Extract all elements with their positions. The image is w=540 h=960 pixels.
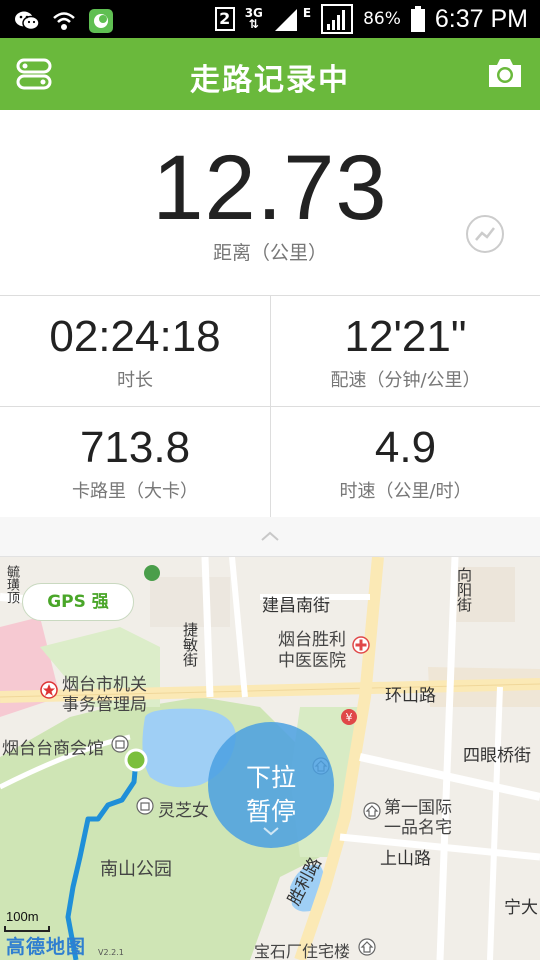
map-label: 烟台台商会馆	[2, 739, 104, 759]
network-type: 3G ⇅	[244, 6, 263, 31]
map-label: 四眼桥街	[463, 746, 531, 766]
map-label: 中医医院	[278, 651, 346, 671]
network-type-2: E	[302, 6, 312, 20]
stat-calories: 713.8 卡路里（大卡）	[0, 407, 270, 518]
government-icon	[40, 681, 58, 699]
collapse-handle[interactable]	[0, 517, 540, 557]
map-view[interactable]: GPS 强 建昌南街 烟台胜利 中医医院 捷敏街 烟台市机关 事务管理局 环山路…	[0, 557, 540, 960]
bank-icon: ¥	[341, 709, 357, 725]
clock: 6:37 PM	[434, 4, 528, 33]
camera-icon[interactable]	[486, 56, 524, 90]
status-bar: 2 3G ⇅ E 86% 6:37 PM	[0, 0, 540, 38]
map-label: 建昌南街	[262, 596, 330, 616]
map-brand-version: V2.2.1	[98, 948, 124, 957]
chevron-down-icon	[263, 827, 279, 836]
stat-speed: 4.9 时速（公里/时）	[270, 407, 540, 518]
map-label: 宁大	[504, 898, 538, 918]
stat-duration: 02:24:18 时长	[0, 296, 270, 407]
stat-pace: 12'21" 配速（分钟/公里）	[270, 296, 540, 407]
battery-percent: 86%	[363, 9, 401, 29]
stat-label: 卡路里（大卡）	[72, 481, 198, 502]
map-label: 向阳街	[455, 567, 473, 612]
gps-status-badge: GPS 强	[22, 583, 134, 621]
map-brand-logo: 高德地图	[6, 936, 87, 958]
stat-label: 时速（公里/时）	[339, 481, 472, 502]
signal-icon	[274, 9, 297, 31]
stat-label: 时长	[117, 370, 153, 391]
building-icon	[111, 735, 129, 753]
page-title: 走路记录中	[190, 63, 350, 98]
sim-badge: 2	[214, 7, 235, 31]
map-label: 一品名宅	[384, 818, 452, 838]
battery-icon	[410, 6, 425, 32]
building-icon	[136, 797, 154, 815]
app-notification-icon	[89, 9, 113, 33]
pull-to-pause-button[interactable]: 下拉 暂停	[208, 722, 334, 848]
map-label: 事务管理局	[62, 695, 147, 715]
map-label: 灵芝女	[158, 801, 209, 821]
stats-grid: 02:24:18 时长 12'21" 配速（分钟/公里） 713.8 卡路里（大…	[0, 295, 540, 518]
distance-panel: 12.73 距离（公里）	[0, 110, 540, 295]
pause-line-2: 暂停	[245, 797, 296, 826]
stat-value: 02:24:18	[49, 312, 221, 361]
map-label: 宝石厂住宅楼	[254, 942, 351, 960]
map-label: 环山路	[385, 686, 436, 706]
trend-chart-icon[interactable]	[466, 215, 504, 253]
map-label: 上山路	[380, 849, 431, 869]
hospital-icon	[352, 636, 370, 654]
svg-text:¥: ¥	[346, 711, 353, 724]
stat-value: 713.8	[79, 423, 191, 472]
residence-icon	[358, 938, 376, 956]
chevron-up-icon	[261, 531, 279, 541]
map-label: 捷敏街	[181, 622, 199, 667]
residence-icon	[363, 802, 381, 820]
wechat-icon	[15, 11, 40, 31]
stat-label: 配速（分钟/公里）	[330, 370, 481, 391]
map-label: 毓璜顶	[4, 565, 19, 604]
signal-icon-2	[321, 4, 354, 34]
distance-value: 12.73	[152, 137, 388, 239]
wifi-icon	[53, 12, 75, 30]
map-scale-label: 100m	[6, 909, 39, 924]
map-label: 南山公园	[100, 859, 172, 880]
pause-line-1: 下拉	[245, 763, 296, 792]
stat-value: 12'21"	[344, 312, 467, 361]
stat-value: 4.9	[374, 423, 437, 472]
distance-label: 距离（公里）	[212, 242, 327, 264]
app-header: 走路记录中	[0, 38, 540, 110]
